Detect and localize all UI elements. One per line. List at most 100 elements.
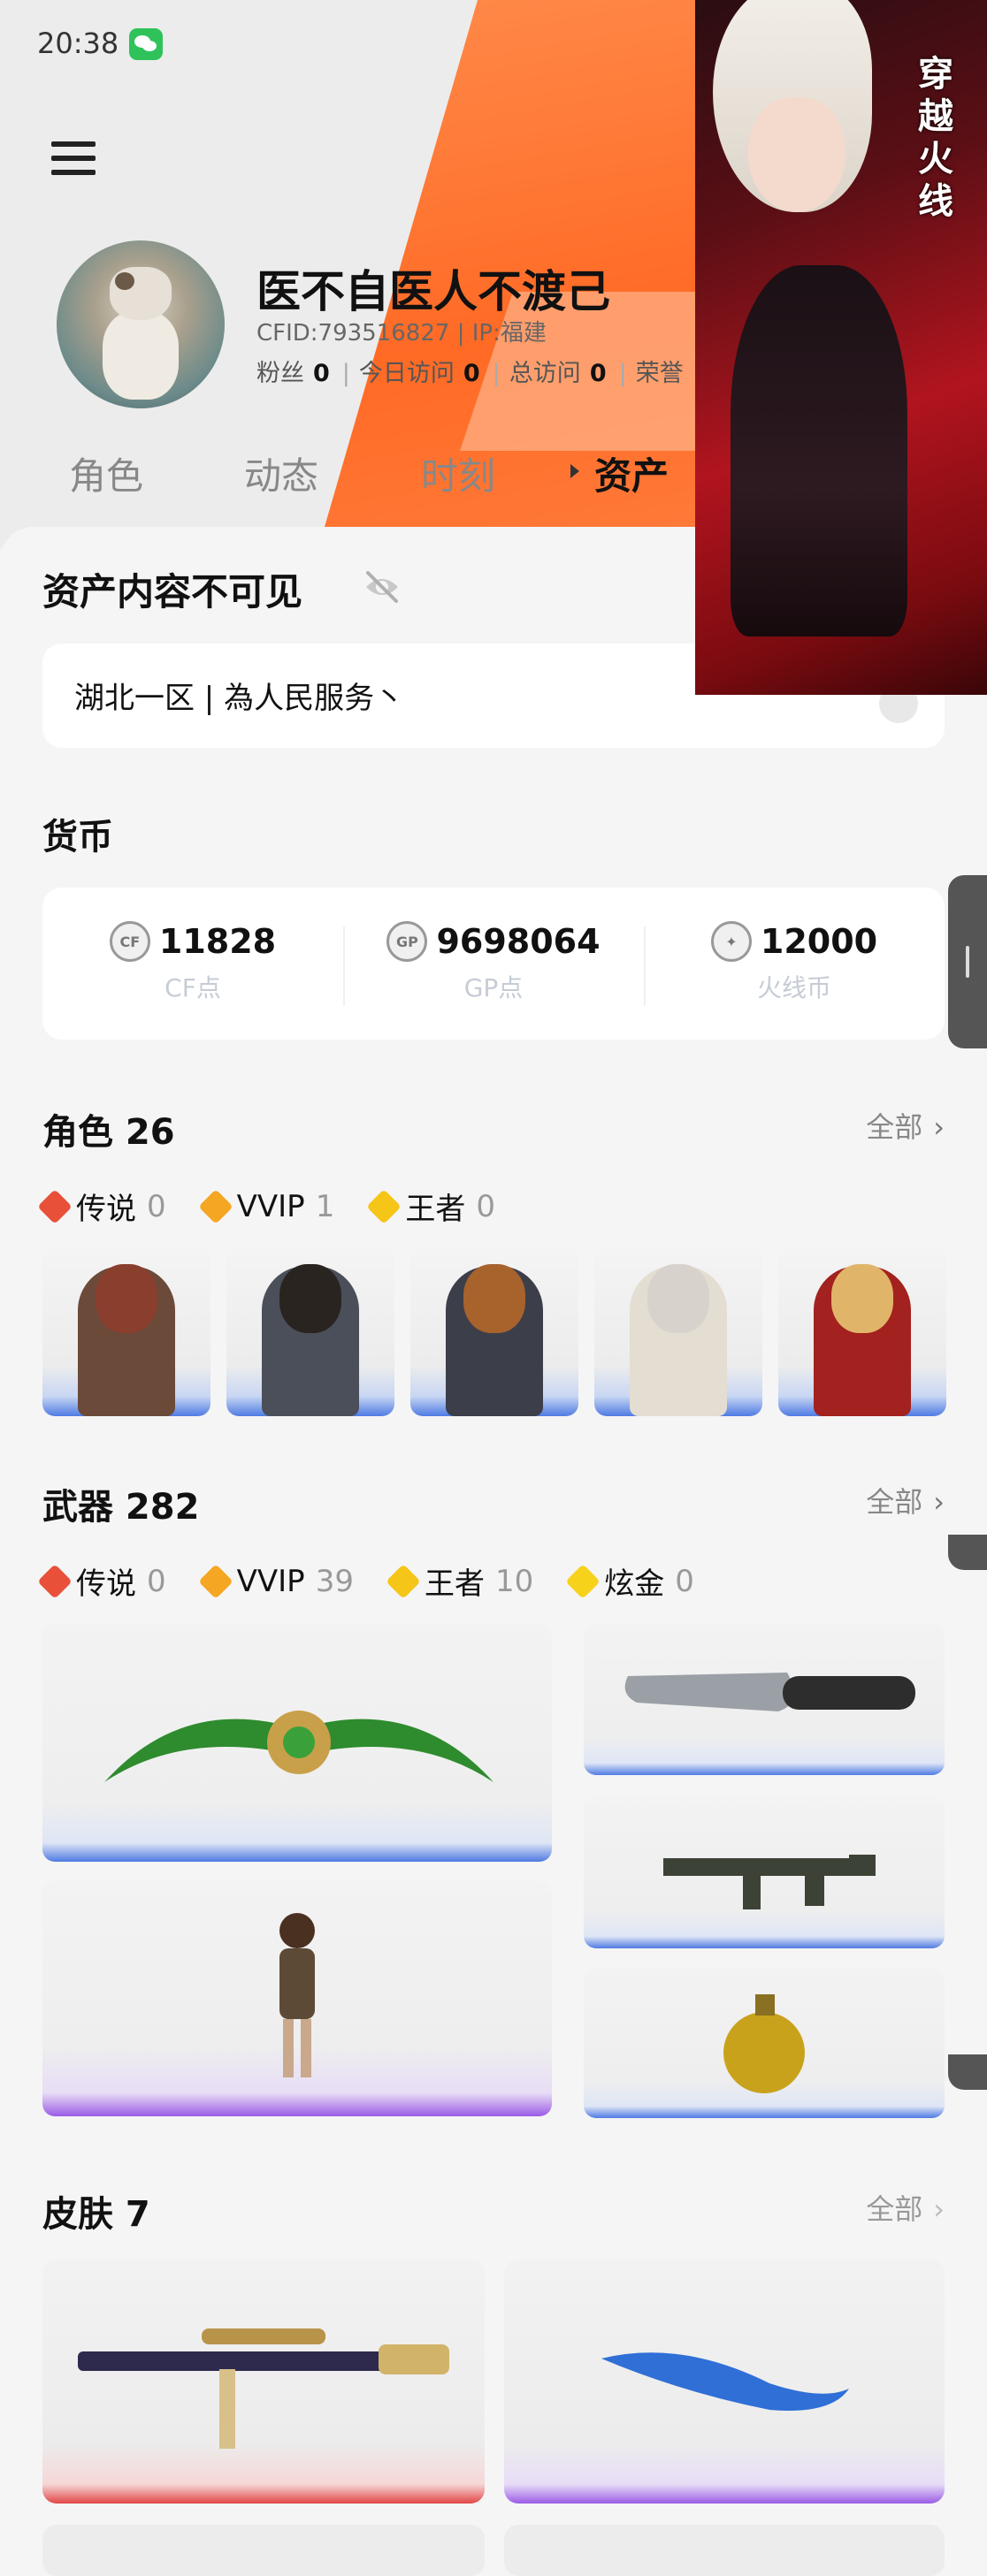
profile-stats: 粉丝 0 | 今日访问 0 | 总访问 0 | 荣誉 xyxy=(256,360,684,387)
rarity-count: 1 xyxy=(315,1188,335,1224)
menu-icon[interactable] xyxy=(51,141,96,182)
profile-name: 医不自医人不渡己 xyxy=(256,266,610,317)
eye-off-icon[interactable] xyxy=(363,569,402,605)
all-label: 全部 xyxy=(866,1485,923,1519)
rarity-legend[interactable]: 传说 0 xyxy=(37,1185,166,1228)
currency-value: 9698064 xyxy=(436,922,601,961)
character-figure-image xyxy=(279,1913,315,2077)
rarity-count: 39 xyxy=(315,1563,354,1599)
currency-value: 11828 xyxy=(158,922,277,961)
rifle-image xyxy=(663,1855,876,1909)
stat-label: 粉丝 xyxy=(256,360,304,387)
role-card[interactable] xyxy=(226,1248,394,1416)
rarity-legend[interactable]: 传说 0 xyxy=(37,1559,166,1603)
stat-label: 今日访问 xyxy=(358,360,455,387)
game-logo: 穿越火线 xyxy=(918,54,953,222)
rarity-label: VVIP xyxy=(236,1188,305,1224)
roles-title: 角色 26 xyxy=(42,1112,175,1153)
avatar[interactable] xyxy=(57,240,225,408)
weapon-card-rifle[interactable] xyxy=(584,1796,945,1948)
tab-assets[interactable]: 资产 xyxy=(594,446,669,500)
tab-role[interactable]: 角色 xyxy=(69,446,143,500)
chevron-right-icon: › xyxy=(933,2192,945,2226)
stat-value: 0 xyxy=(463,360,480,387)
rarity-count: 0 xyxy=(147,1563,166,1599)
vvip-gem-icon xyxy=(197,1188,233,1224)
rarity-vvip[interactable]: VVIP 39 xyxy=(197,1563,354,1599)
cf-coin-icon: CF xyxy=(109,921,150,962)
blue-knife-image xyxy=(601,2352,849,2411)
stat-label: 总访问 xyxy=(509,360,581,387)
floating-game-image[interactable]: 穿越火线 xyxy=(695,0,987,695)
green-blade-weapon-image xyxy=(104,1711,494,1782)
weapons-rarity-filter: 传说 0 VVIP 39 王者 10 炫金 0 xyxy=(37,1559,731,1603)
rarity-count: 0 xyxy=(476,1188,495,1224)
skins-title: 皮肤 7 xyxy=(42,2194,150,2235)
legend-gem-icon xyxy=(37,1188,73,1224)
tab-feed[interactable]: 动态 xyxy=(244,446,318,500)
stat-value: 0 xyxy=(313,360,330,387)
weapon-card-character[interactable] xyxy=(42,1881,552,2116)
weapons-all-link[interactable]: 全部 › xyxy=(866,1480,945,1520)
king-gem-icon xyxy=(386,1563,421,1599)
gp-coin-icon: GP xyxy=(386,921,428,962)
stat-value: 0 xyxy=(589,360,607,387)
sniper-rifle-image xyxy=(78,2328,449,2449)
vvip-gem-icon xyxy=(197,1563,233,1599)
rarity-king[interactable]: 王者 0 xyxy=(366,1185,495,1228)
rarity-label: 传说 xyxy=(76,1566,136,1602)
roles-rarity-filter: 传说 0 VVIP 1 王者 0 xyxy=(37,1185,532,1228)
role-card[interactable] xyxy=(594,1248,762,1416)
roles-all-link[interactable]: 全部 › xyxy=(866,1105,945,1146)
tab-moments[interactable]: 时刻 xyxy=(421,446,495,500)
knife-image xyxy=(624,1673,915,1711)
floating-side-handle[interactable] xyxy=(948,875,987,1048)
stat-label: 荣誉 xyxy=(635,360,684,387)
assets-panel: 资产内容不可见 湖北一区 | 為人民服务丶 货币 CF 11828 CF点 GP… xyxy=(0,527,987,2576)
weapons-title: 武器 282 xyxy=(42,1487,200,1528)
rarity-label: VVIP xyxy=(236,1563,305,1599)
rarity-label: 传说 xyxy=(76,1192,136,1227)
rarity-label: 王者 xyxy=(424,1566,485,1602)
chevron-right-icon: › xyxy=(933,1485,945,1519)
skin-card[interactable] xyxy=(42,2525,485,2576)
currency-label: 火线币 xyxy=(756,973,831,1002)
currency-title: 货币 xyxy=(42,817,113,857)
floating-side-tab[interactable] xyxy=(948,1535,987,1570)
skin-card-knife[interactable] xyxy=(504,2260,945,2504)
rarity-label: 王者 xyxy=(405,1192,466,1227)
floating-side-tab[interactable] xyxy=(948,2054,987,2090)
weapon-card-bow[interactable] xyxy=(42,1623,552,1862)
currency-gp: GP 9698064 GP点 xyxy=(343,921,644,1004)
rarity-count: 0 xyxy=(675,1563,694,1599)
role-card[interactable] xyxy=(410,1248,578,1416)
all-label: 全部 xyxy=(866,2192,923,2226)
currency-label: GP点 xyxy=(463,973,524,1002)
rarity-vvip[interactable]: VVIP 1 xyxy=(197,1188,335,1224)
skin-card-sniper[interactable] xyxy=(42,2260,485,2504)
king-gem-icon xyxy=(366,1188,402,1224)
role-card[interactable] xyxy=(778,1248,946,1416)
profile-cfid: CFID:793516827 | IP:福建 xyxy=(256,320,547,347)
skins-all-link[interactable]: 全部 › xyxy=(866,2187,945,2228)
currency-label: CF点 xyxy=(164,973,221,1002)
server-name: 湖北一区 | 為人民服务丶 xyxy=(74,681,405,716)
rarity-label: 炫金 xyxy=(604,1566,665,1602)
currency-cf: CF 11828 CF点 xyxy=(42,921,343,1004)
currency-value: 12000 xyxy=(760,922,878,961)
weapon-card-grenade[interactable] xyxy=(584,1968,945,2118)
tab-active-indicator-icon xyxy=(570,464,579,478)
weapon-card-knife[interactable] xyxy=(584,1623,945,1775)
gold-gem-icon xyxy=(565,1563,601,1599)
currency-fire: ✦ 12000 火线币 xyxy=(644,921,945,1004)
role-card[interactable] xyxy=(42,1248,210,1416)
grenade-image xyxy=(723,1994,805,2093)
skin-card[interactable] xyxy=(504,2525,945,2576)
rarity-count: 10 xyxy=(494,1563,534,1599)
rarity-king[interactable]: 王者 10 xyxy=(386,1559,534,1603)
fire-coin-icon: ✦ xyxy=(710,921,752,962)
currency-card: CF 11828 CF点 GP 9698064 GP点 ✦ 12000 火线币 xyxy=(42,888,945,1040)
rarity-count: 0 xyxy=(147,1188,166,1224)
wechat-notification-icon xyxy=(129,28,163,60)
rarity-gold[interactable]: 炫金 0 xyxy=(565,1559,694,1603)
